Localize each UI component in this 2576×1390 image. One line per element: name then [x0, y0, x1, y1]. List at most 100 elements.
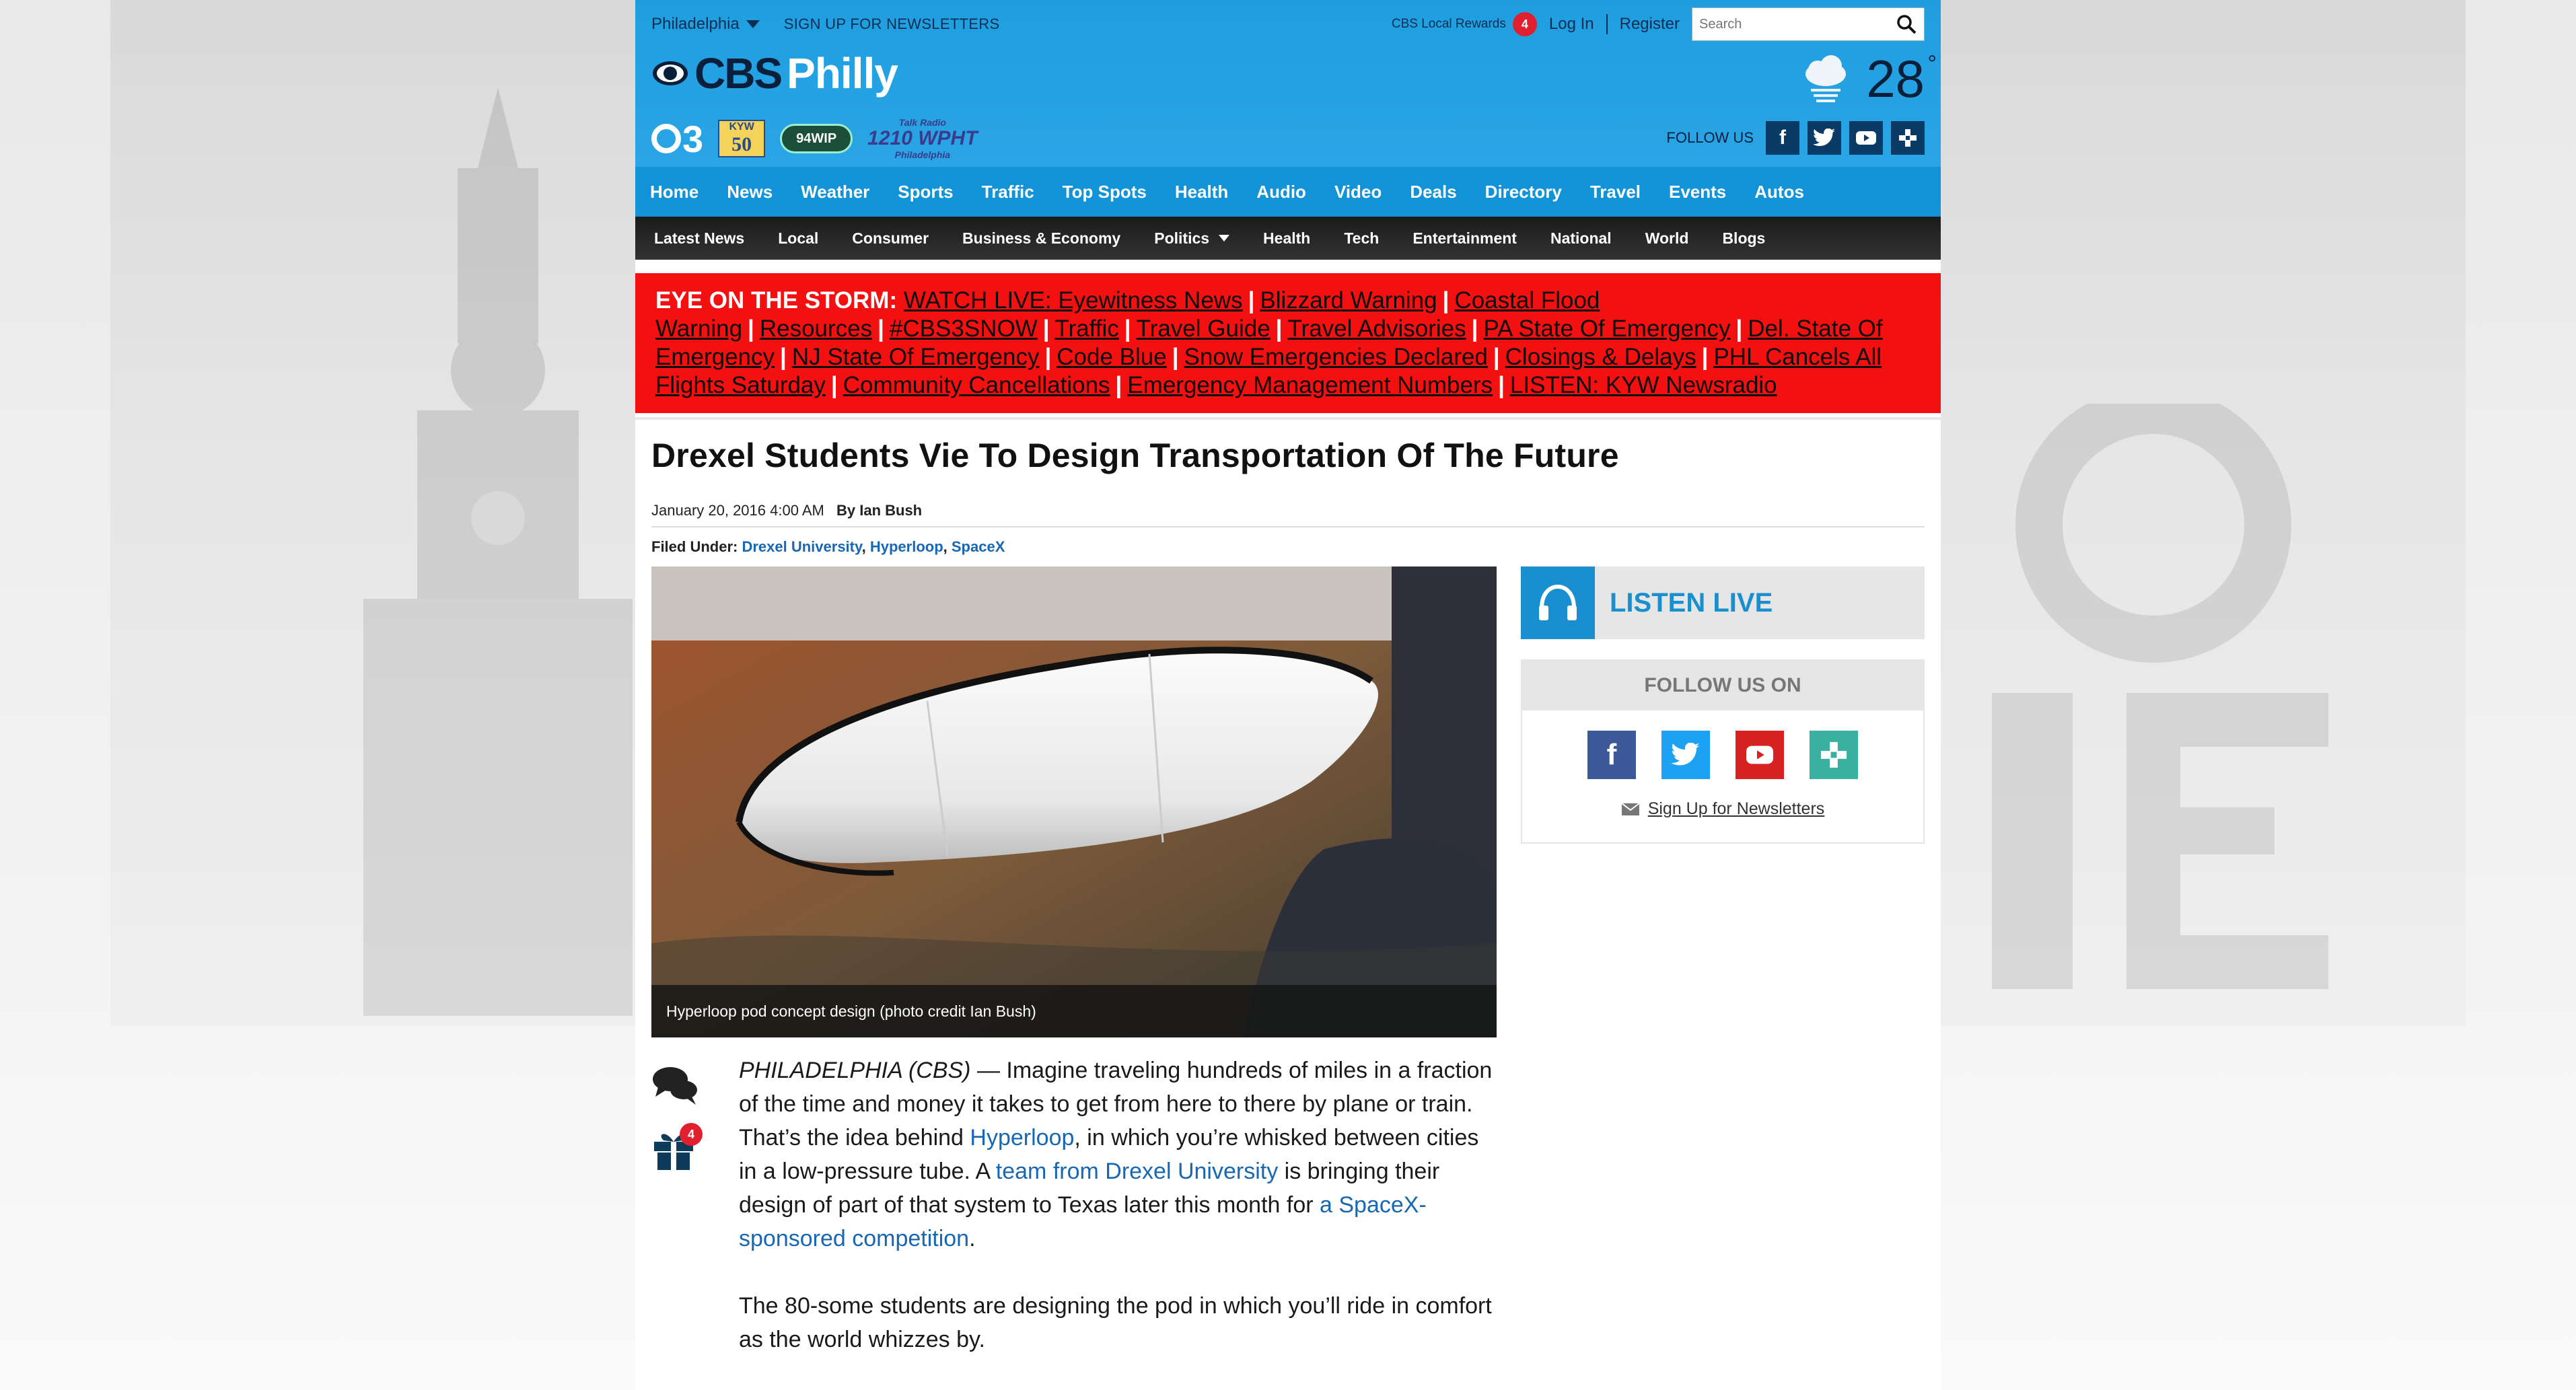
- search-icon[interactable]: [1896, 13, 1917, 35]
- alert-link[interactable]: Traffic: [1055, 316, 1119, 342]
- alert-link[interactable]: NJ State Of Emergency: [792, 344, 1040, 370]
- primary-nav: Home News Weather Sports Traffic Top Spots Hea…: [635, 167, 1941, 217]
- alert-link[interactable]: LISTEN: KYW Newsradio: [1510, 372, 1777, 398]
- nav-item-news[interactable]: News: [727, 182, 773, 203]
- nav-item-home[interactable]: Home: [650, 182, 699, 203]
- subnav-item-tech[interactable]: Tech: [1344, 229, 1379, 248]
- nav-item-weather[interactable]: Weather: [801, 182, 869, 203]
- newsletter-link[interactable]: SIGN UP FOR NEWSLETTERS: [784, 15, 1000, 33]
- subnav-item-world[interactable]: World: [1645, 229, 1689, 248]
- separator: |: [1172, 344, 1179, 370]
- rewards-link[interactable]: CBS Local Rewards 4: [1392, 12, 1537, 36]
- listen-live-button[interactable]: LISTEN LIVE: [1521, 566, 1925, 639]
- separator: |: [1124, 316, 1131, 342]
- alert-link[interactable]: WATCH LIVE: Eyewitness News: [904, 287, 1243, 314]
- nav-item-events[interactable]: Events: [1669, 182, 1726, 203]
- hyperloop-pod-image: [651, 566, 1497, 1037]
- subnav-item-local[interactable]: Local: [778, 229, 818, 248]
- login-link[interactable]: Log In: [1549, 15, 1594, 34]
- alert-link[interactable]: PA State Of Emergency: [1483, 316, 1730, 342]
- wpht-logo[interactable]: Talk Radio 1210 WPHT Philadelphia: [867, 114, 977, 163]
- listen-live-label: LISTEN LIVE: [1610, 587, 1773, 618]
- nav-item-top-spots[interactable]: Top Spots: [1063, 182, 1147, 203]
- register-link[interactable]: Register: [1620, 15, 1680, 34]
- nav-item-health[interactable]: Health: [1175, 182, 1228, 203]
- subnav-label: National: [1550, 229, 1612, 247]
- separator: |: [780, 344, 787, 370]
- separator: |: [1442, 287, 1450, 314]
- envelope-icon: [1621, 802, 1640, 815]
- tumblr-icon[interactable]: [1810, 731, 1858, 779]
- rewards-count-badge: 4: [1512, 12, 1537, 36]
- alert-link[interactable]: Blizzard Warning: [1260, 287, 1437, 314]
- nav-item-audio[interactable]: Audio: [1256, 182, 1306, 203]
- youtube-icon[interactable]: [1736, 731, 1784, 779]
- sidebar-newsletter-link[interactable]: Sign Up for Newsletters: [1522, 799, 1923, 819]
- subnav-item-business-economy[interactable]: Business & Economy: [962, 229, 1120, 248]
- alert-link[interactable]: #CBS3SNOW: [890, 316, 1038, 342]
- tag-link[interactable]: SpaceX: [952, 538, 1005, 555]
- subnav-item-blogs[interactable]: Blogs: [1722, 229, 1765, 248]
- facebook-icon[interactable]: f: [1766, 121, 1799, 155]
- tumblr-icon[interactable]: [1891, 121, 1925, 155]
- subnav-item-latest-news[interactable]: Latest News: [654, 229, 744, 248]
- subnav-item-politics[interactable]: Politics: [1154, 229, 1230, 248]
- tag-link[interactable]: Hyperloop: [870, 538, 943, 555]
- subnav-item-health[interactable]: Health: [1263, 229, 1310, 248]
- twitter-icon[interactable]: [1661, 731, 1710, 779]
- separator: |: [1493, 344, 1500, 370]
- youtube-icon[interactable]: [1849, 121, 1883, 155]
- twitter-icon[interactable]: [1808, 121, 1841, 155]
- subnav-item-entertainment[interactable]: Entertainment: [1412, 229, 1517, 248]
- subnav-label: Latest News: [654, 229, 745, 247]
- nav-item-autos[interactable]: Autos: [1754, 182, 1804, 203]
- article-title: Drexel Students Vie To Design Transporta…: [651, 437, 1619, 474]
- page-container: Philadelphia SIGN UP FOR NEWSLETTERS CBS…: [635, 0, 1941, 1390]
- nav-item-traffic[interactable]: Traffic: [982, 182, 1034, 203]
- cbs-eye-icon: [653, 61, 688, 85]
- subnav-label: World: [1645, 229, 1689, 247]
- cbs-philly-logo[interactable]: CBS Philly: [651, 48, 898, 98]
- nav-item-travel[interactable]: Travel: [1590, 182, 1641, 203]
- gift-button[interactable]: 4: [651, 1123, 703, 1171]
- alert-link[interactable]: Code Blue: [1057, 344, 1166, 370]
- nav-item-directory[interactable]: Directory: [1485, 182, 1562, 203]
- alert-link[interactable]: Resources: [760, 316, 872, 342]
- rewards-label: CBS Local Rewards: [1391, 17, 1506, 31]
- top-bar: Philadelphia SIGN UP FOR NEWSLETTERS CBS…: [651, 7, 1925, 41]
- alert-link[interactable]: Snow Emergencies Declared: [1184, 344, 1488, 370]
- chevron-down-icon[interactable]: [1219, 235, 1230, 242]
- drexel-team-link[interactable]: team from Drexel University: [996, 1159, 1278, 1184]
- city-selector[interactable]: Philadelphia: [651, 15, 760, 34]
- cbs3-logo[interactable]: 3: [651, 117, 703, 161]
- search-input[interactable]: [1699, 16, 1888, 32]
- kyw-newsradio-logo[interactable]: KYW 50: [718, 120, 766, 157]
- article-byline: By Ian Bush: [836, 502, 923, 519]
- subnav-item-consumer[interactable]: Consumer: [852, 229, 929, 248]
- weather-widget[interactable]: 28 °: [1799, 48, 1937, 110]
- subnav-item-national[interactable]: National: [1550, 229, 1612, 248]
- alert-link[interactable]: Community Cancellations: [843, 372, 1110, 398]
- nav-item-video[interactable]: Video: [1334, 182, 1382, 203]
- filed-under-label: Filed Under:: [651, 538, 738, 555]
- logo-cbs-text: CBS: [694, 49, 783, 98]
- subnav-label: Blogs: [1722, 229, 1766, 247]
- hyperloop-link[interactable]: Hyperloop: [970, 1125, 1074, 1150]
- comments-icon[interactable]: [651, 1064, 699, 1109]
- follow-us-label: FOLLOW US: [1666, 129, 1754, 146]
- tag-link[interactable]: Drexel University: [742, 538, 861, 555]
- alert-link[interactable]: Travel Advisories: [1287, 316, 1466, 342]
- alert-link[interactable]: Travel Guide: [1137, 316, 1271, 342]
- kyw-number: 50: [731, 133, 752, 155]
- wip-logo[interactable]: 94WIP: [780, 124, 853, 153]
- dateline: PHILADELPHIA (CBS): [739, 1058, 971, 1083]
- photo-caption: Hyperloop pod concept design (photo cred…: [651, 985, 1497, 1037]
- alert-link[interactable]: Emergency Management Numbers: [1127, 372, 1493, 398]
- search-box: [1692, 7, 1925, 41]
- nav-item-sports[interactable]: Sports: [898, 182, 953, 203]
- article-photo[interactable]: Hyperloop pod concept design (photo cred…: [651, 566, 1497, 1037]
- facebook-icon[interactable]: f: [1587, 731, 1636, 779]
- alert-link[interactable]: Closings & Delays: [1505, 344, 1696, 370]
- nav-item-deals[interactable]: Deals: [1410, 182, 1456, 203]
- article-date: January 20, 2016 4:00 AM: [651, 502, 824, 519]
